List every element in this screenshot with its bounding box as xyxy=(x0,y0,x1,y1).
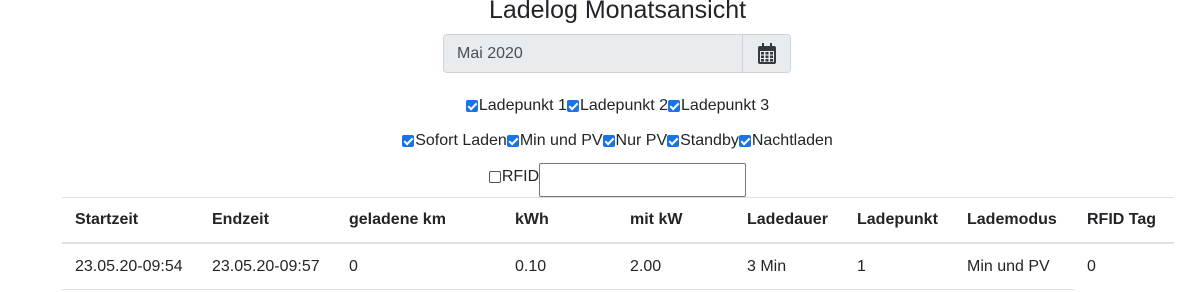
header-rfid-tag[interactable]: RFID Tag xyxy=(1074,197,1174,244)
ladelog-table: Startzeit Endzeit geladene km kWh mit kW… xyxy=(62,197,1174,290)
standby-filter[interactable]: Standby xyxy=(667,132,739,150)
header-mit-kw[interactable]: mit kW xyxy=(617,197,734,244)
header-ladepunkt[interactable]: Ladepunkt xyxy=(844,197,954,244)
cell-kwh: 0.10 xyxy=(502,243,617,290)
nur-pv-checkbox[interactable] xyxy=(602,135,615,147)
month-input[interactable] xyxy=(444,35,742,72)
table-row: 23.05.20-09:54 23.05.20-09:57 0 0.10 2.0… xyxy=(62,243,1174,290)
nur-pv-filter[interactable]: Nur PV xyxy=(602,132,667,150)
min-und-pv-checkbox[interactable] xyxy=(506,135,519,147)
rfid-input[interactable] xyxy=(539,163,747,197)
page-title: Ladelog Monatsansicht xyxy=(488,0,747,24)
rfid-filter[interactable]: RFID xyxy=(488,168,539,186)
header-ladedauer[interactable]: Ladedauer xyxy=(734,197,844,244)
sofort-laden-checkbox[interactable] xyxy=(402,135,415,147)
calendar-button[interactable] xyxy=(742,35,790,72)
cell-endzeit: 23.05.20-09:57 xyxy=(199,243,336,290)
ladepunkt-1-checkbox[interactable] xyxy=(465,100,478,112)
lademodus-filter-row: Sofort Laden Min und PV Nur PV Standby N… xyxy=(0,130,1199,152)
header-lademodus[interactable]: Lademodus xyxy=(954,197,1074,244)
calendar-icon xyxy=(757,42,776,64)
cell-rfid-tag: 0 xyxy=(1087,257,1096,275)
table-header-row: Startzeit Endzeit geladene km kWh mit kW… xyxy=(62,197,1174,244)
ladepunkt-3-checkbox[interactable] xyxy=(668,100,681,112)
nachtladen-checkbox[interactable] xyxy=(738,135,751,147)
rfid-checkbox[interactable] xyxy=(488,171,501,183)
min-und-pv-filter[interactable]: Min und PV xyxy=(506,132,603,150)
month-picker xyxy=(443,34,791,73)
standby-checkbox[interactable] xyxy=(667,135,680,147)
nachtladen-filter[interactable]: Nachtladen xyxy=(738,132,833,150)
rfid-filter-row: RFID xyxy=(0,163,1199,197)
ladepunkt-filter-row: Ladepunkt 1 Ladepunkt 2 Ladepunkt 3 xyxy=(0,95,1199,117)
cell-lademodus: Min und PV xyxy=(954,243,1074,290)
cell-ladepunkt: 1 xyxy=(844,243,954,290)
cell-ladedauer: 3 Min xyxy=(734,243,844,290)
ladepunkt-2-filter[interactable]: Ladepunkt 2 xyxy=(566,97,668,115)
header-endzeit[interactable]: Endzeit xyxy=(199,197,336,244)
header-kwh[interactable]: kWh xyxy=(502,197,617,244)
cell-geladene-km: 0 xyxy=(336,243,502,290)
header-startzeit[interactable]: Startzeit xyxy=(62,197,199,244)
header-geladene-km[interactable]: geladene km xyxy=(336,197,502,244)
cell-startzeit: 23.05.20-09:54 xyxy=(62,243,199,290)
ladepunkt-3-filter[interactable]: Ladepunkt 3 xyxy=(668,97,769,115)
cell-mit-kw: 2.00 xyxy=(617,243,734,290)
ladepunkt-2-checkbox[interactable] xyxy=(566,100,579,112)
ladepunkt-1-filter[interactable]: Ladepunkt 1 xyxy=(465,97,567,115)
sofort-laden-filter[interactable]: Sofort Laden xyxy=(402,132,507,150)
